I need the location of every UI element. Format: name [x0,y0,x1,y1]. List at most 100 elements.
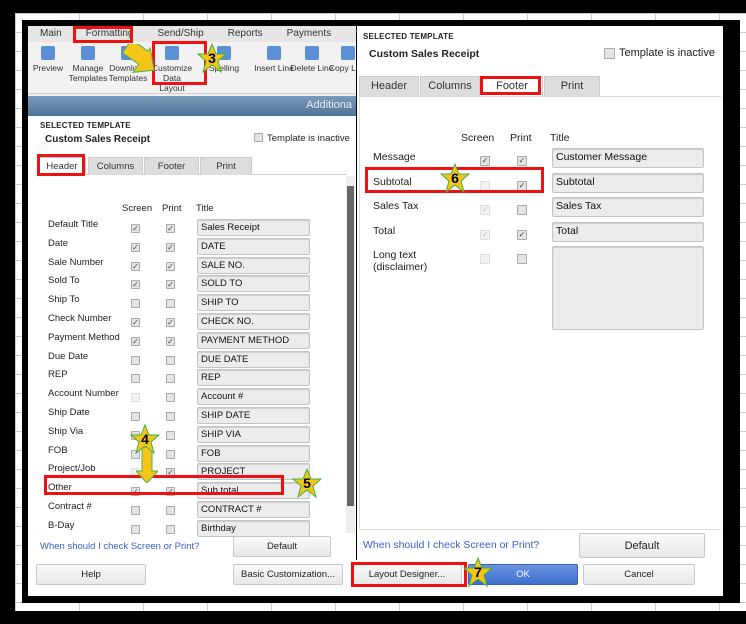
highlight-header-tab [37,154,85,176]
toolbar-preview[interactable]: Preview [26,46,70,73]
screen-checkbox-account-number[interactable] [131,393,140,403]
menu-reports[interactable]: Reports [216,26,275,42]
print-checkbox-sale-number[interactable]: ✓ [166,261,175,271]
toolbar-manage-templates[interactable]: Manage Templates [66,46,110,83]
step-number: 6 [451,170,459,186]
screen-checkbox-default-title[interactable]: ✓ [131,224,140,233]
title-input-date[interactable]: DATE [197,237,310,255]
title-input-ship-date[interactable]: SHIP DATE [197,407,310,424]
title-input-b-day[interactable]: Birthday [197,519,310,537]
screen-checkbox-rep[interactable] [131,374,140,384]
print-checkbox-fob[interactable] [166,449,175,459]
print-checkbox-ship-via[interactable] [166,430,175,440]
help-link-left[interactable]: When should I check Screen or Print? [40,541,199,552]
print-checkbox-ship-to[interactable] [166,299,175,309]
help-button[interactable]: Help [36,564,146,585]
title-input-contract-[interactable]: CONTRACT # [197,501,310,518]
screen-checkbox-sales-tax[interactable]: ✓ [480,205,490,215]
screen-checkbox-message[interactable]: ✓ [480,156,490,166]
screen-checkbox-sold-to[interactable]: ✓ [131,280,140,290]
menu-payments[interactable]: Payments [275,26,343,42]
print-checkbox-default-title[interactable]: ✓ [166,224,175,233]
row-label-date: Date [48,237,69,249]
print-checkbox-b-day[interactable] [166,524,175,534]
default-button-left[interactable]: Default [233,536,331,557]
screen-column-header: Screen [122,203,153,214]
title-input-sold-to[interactable]: SOLD TO [197,275,310,293]
print-checkbox-sold-to[interactable]: ✓ [166,280,175,290]
print-checkbox-contract-[interactable] [166,506,175,515]
print-checkbox-ship-date[interactable] [166,412,175,421]
template-inactive-checkbox[interactable] [604,48,615,59]
scrollbar-thumb[interactable] [347,186,354,506]
print-checkbox-date[interactable]: ✓ [166,242,175,252]
print-checkbox-check-number[interactable]: ✓ [166,318,175,327]
screen-checkbox-contract-[interactable] [131,506,140,515]
title-input-fob[interactable]: FOB [197,444,310,462]
title-input-rep[interactable]: REP [197,369,310,387]
tab-columns[interactable]: Columns [420,76,480,96]
print-checkbox-due-date[interactable] [166,355,175,365]
basic-customization-button[interactable]: Basic Customization... [233,564,343,585]
print-checkbox-sales-tax[interactable] [517,205,527,215]
screen-checkbox-date[interactable]: ✓ [131,242,140,252]
title-input-payment-method[interactable]: PAYMENT METHOD [197,331,310,349]
title-input-check-number[interactable]: CHECK NO. [197,313,310,330]
screen-checkbox-b-day[interactable] [131,524,140,534]
title-input-subtotal[interactable]: Subtotal [552,172,704,193]
row-label-sold-to: Sold To [48,275,80,287]
print-checkbox-payment-method[interactable]: ✓ [166,336,175,346]
print-checkbox-rep[interactable] [166,374,175,384]
menu-sendship[interactable]: Send/Ship [145,26,215,42]
screen-checkbox-long-text-disclaimer-[interactable] [480,254,490,264]
highlight-other-row [44,475,284,495]
preview-icon [41,46,55,60]
title-input-due-date[interactable]: DUE DATE [197,350,310,368]
template-name: Custom Sales Receipt [369,48,480,60]
row-label-sales-tax: Sales Tax [373,200,419,212]
title-input-total[interactable]: Total [552,221,704,242]
print-checkbox-account-number[interactable] [166,393,175,403]
screen-checkbox-sale-number[interactable]: ✓ [131,261,140,271]
menu-main[interactable]: Main [28,26,74,42]
title-input-sale-number[interactable]: SALE NO. [197,256,310,274]
screen-checkbox-ship-date[interactable] [131,412,140,421]
step-number: 7 [474,564,482,580]
screen-column-header: Screen [461,132,495,144]
screen-checkbox-total[interactable]: ✓ [480,229,490,240]
title-input-sales-tax[interactable]: Sales Tax [552,197,704,217]
manage-templates-icon [81,46,95,60]
title-input-account-number[interactable]: Account # [197,388,310,406]
title-input-ship-to[interactable]: SHIP TO [197,294,310,312]
title-column-header: Title [550,132,570,144]
screen-checkbox-due-date[interactable] [131,355,140,365]
default-button-right[interactable]: Default [579,533,705,558]
cancel-button[interactable]: Cancel [583,564,695,585]
print-checkbox-message[interactable]: ✓ [517,156,527,166]
help-link-right[interactable]: When should I check Screen or Print? [363,539,539,551]
step-5-star-icon: 5 [291,467,323,499]
tab-print[interactable]: Print [544,76,600,96]
print-checkbox-long-text-disclaimer-[interactable] [517,254,527,264]
title-input-ship-via[interactable]: SHIP VIA [197,425,310,443]
arrow-icon [121,44,155,74]
screen-checkbox-payment-method[interactable]: ✓ [131,336,140,346]
row-label-ship-via: Ship Via [48,425,84,437]
print-checkbox-total[interactable]: ✓ [517,229,527,240]
tab-header[interactable]: Header [359,76,419,96]
template-inactive-checkbox[interactable] [254,133,263,142]
screen-checkbox-ship-to[interactable] [131,299,140,309]
tab-columns[interactable]: Columns [88,157,143,175]
tab-footer[interactable]: Footer [144,157,199,175]
row-label-due-date: Due Date [48,350,89,362]
title-input-message[interactable]: Customer Message [552,148,704,168]
step-number: 3 [208,50,216,66]
title-input-long-text-disclaimer-[interactable] [552,246,704,330]
scrollbar[interactable] [346,176,355,533]
template-inactive-label: Template is inactive [619,47,715,59]
highlight-footer-tab [480,76,541,95]
tab-print[interactable]: Print [200,157,252,175]
title-input-default-title[interactable]: Sales Receipt [197,219,310,236]
toolbar-label: Preview [32,63,64,73]
screen-checkbox-check-number[interactable]: ✓ [131,318,140,327]
